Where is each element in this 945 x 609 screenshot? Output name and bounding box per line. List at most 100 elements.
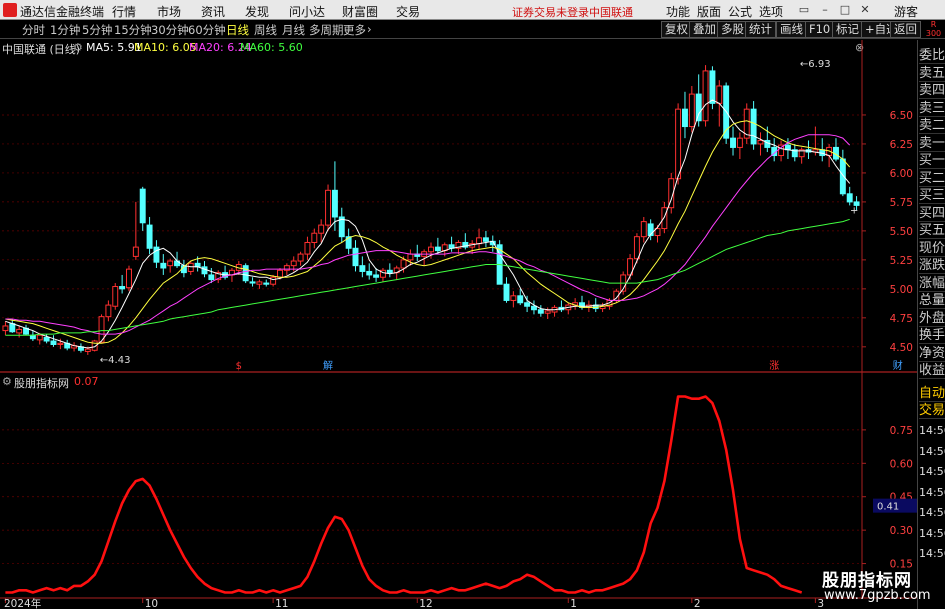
- candle-body: [263, 282, 270, 285]
- candle-body: [675, 108, 682, 180]
- x-tick-label: 12: [419, 598, 432, 609]
- candle-body: [132, 246, 139, 257]
- x-tick-label: 2: [694, 598, 701, 609]
- candle-body: [510, 295, 517, 301]
- candle-body: [736, 137, 743, 148]
- trade-time: 14:56: [919, 506, 945, 519]
- price-tick-label: 5.00: [890, 284, 913, 296]
- candle-body: [640, 221, 647, 238]
- candle-body: [366, 270, 373, 276]
- candle-body: [16, 328, 23, 334]
- candle-body: [544, 310, 551, 314]
- quote-label[interactable]: 买四: [919, 205, 945, 222]
- candle-body: [730, 137, 736, 148]
- quote-label[interactable]: 收益: [919, 362, 945, 379]
- x-tick-label: 1: [570, 598, 577, 609]
- candle-body: [139, 188, 146, 224]
- quote-label[interactable]: 买三: [919, 187, 945, 204]
- candle-body: [9, 323, 16, 333]
- indicator-tick-label: 0.75: [890, 425, 913, 437]
- candle-body: [311, 232, 318, 243]
- candle-body: [112, 286, 119, 307]
- candle-body: [318, 224, 325, 234]
- candle-body: [331, 189, 338, 218]
- indicator-line: [5, 395, 803, 594]
- auto-trade-label[interactable]: 交易: [919, 402, 945, 419]
- candle-body: [661, 207, 668, 230]
- x-tick-label: 11: [275, 598, 288, 609]
- candle-body: [530, 305, 537, 311]
- ma-line-ma20: [5, 134, 851, 335]
- price-tick-label: 6.00: [890, 168, 913, 180]
- quote-label[interactable]: 卖三: [919, 100, 945, 117]
- candle-body: [283, 265, 290, 271]
- candle-body: [57, 342, 64, 345]
- candle-body: [517, 295, 524, 304]
- candle-body: [846, 193, 853, 203]
- quote-label[interactable]: 卖一: [919, 135, 945, 152]
- candle-body: [537, 309, 544, 314]
- candle-body: [524, 302, 531, 307]
- candle-body: [36, 334, 43, 341]
- event-marker: $: [236, 361, 242, 372]
- candle-body: [434, 246, 441, 252]
- stock-chart[interactable]: 4.504.755.005.255.505.756.006.256.500.15…: [0, 0, 945, 609]
- price-tick-label: 5.50: [890, 226, 913, 238]
- candle-body: [400, 259, 407, 269]
- candle-body: [407, 253, 414, 261]
- trade-time: 14:56: [919, 547, 945, 560]
- quote-label[interactable]: 买五: [919, 222, 945, 239]
- event-marker: 涨: [769, 360, 779, 372]
- candle-body: [105, 304, 112, 318]
- candle-body: [201, 266, 208, 275]
- candle-body: [702, 70, 709, 122]
- quote-label[interactable]: 涨幅: [919, 275, 945, 292]
- watermark: 股朋指标网 www.7gpzb.com: [812, 566, 932, 608]
- quote-label[interactable]: 委比: [919, 47, 945, 64]
- watermark-url: www.7gpzb.com: [824, 588, 931, 603]
- trade-time: 14:56: [919, 526, 945, 540]
- quote-label[interactable]: 净资: [919, 345, 945, 362]
- candle-body: [352, 247, 359, 267]
- candle-body: [119, 286, 126, 290]
- quote-label[interactable]: 卖四: [919, 82, 945, 99]
- quote-label[interactable]: 总量: [919, 292, 945, 309]
- x-tick-label: 10: [145, 598, 158, 609]
- price-tick-label: 6.25: [890, 139, 913, 151]
- candle-body: [839, 158, 846, 195]
- candle-body: [476, 237, 483, 245]
- candle-body: [29, 334, 36, 340]
- quote-label[interactable]: 外盘: [919, 310, 945, 327]
- trade-time: 14:56: [919, 485, 945, 499]
- candle-body: [50, 340, 57, 345]
- price-tick-label: 6.50: [890, 110, 913, 122]
- indicator-tick-label: 0.30: [890, 525, 913, 537]
- quote-label[interactable]: 卖五: [919, 65, 945, 82]
- candle-body: [633, 236, 640, 260]
- price-annotation: ←4.43: [100, 355, 131, 366]
- quote-label[interactable]: 现价: [919, 240, 945, 257]
- candle-body: [153, 246, 160, 263]
- candle-body: [688, 93, 695, 128]
- candle-body: [187, 262, 194, 272]
- quote-label[interactable]: 卖二: [919, 117, 945, 134]
- candle-body: [750, 108, 757, 145]
- event-marker: 解: [323, 359, 333, 372]
- candle-body: [297, 253, 304, 262]
- quote-panel: 委比 卖五 卖四 卖三 卖二 卖一 买一 买二 买三 买四 买五 现价 涨跌 涨幅 总量 外盘 换手 净资 收益自动…: [917, 40, 945, 609]
- indicator-tick-label: 0.60: [890, 458, 913, 470]
- event-marker: 财: [893, 359, 903, 372]
- x-tick-label: 2024年: [4, 597, 41, 609]
- auto-trade-label[interactable]: 自动: [919, 385, 945, 402]
- candle-body: [277, 269, 283, 278]
- candle-body: [503, 283, 510, 301]
- trade-time: 14:56: [919, 424, 945, 437]
- quote-label[interactable]: 买一: [919, 152, 945, 169]
- quote-label[interactable]: 涨跌: [919, 257, 945, 274]
- price-tick-label: 5.75: [890, 197, 913, 209]
- candle-body: [716, 85, 723, 104]
- quote-label[interactable]: 换手: [919, 327, 945, 344]
- candle-body: [270, 276, 277, 285]
- ma-line-ma5: [5, 99, 851, 349]
- quote-label[interactable]: 买二: [919, 170, 945, 187]
